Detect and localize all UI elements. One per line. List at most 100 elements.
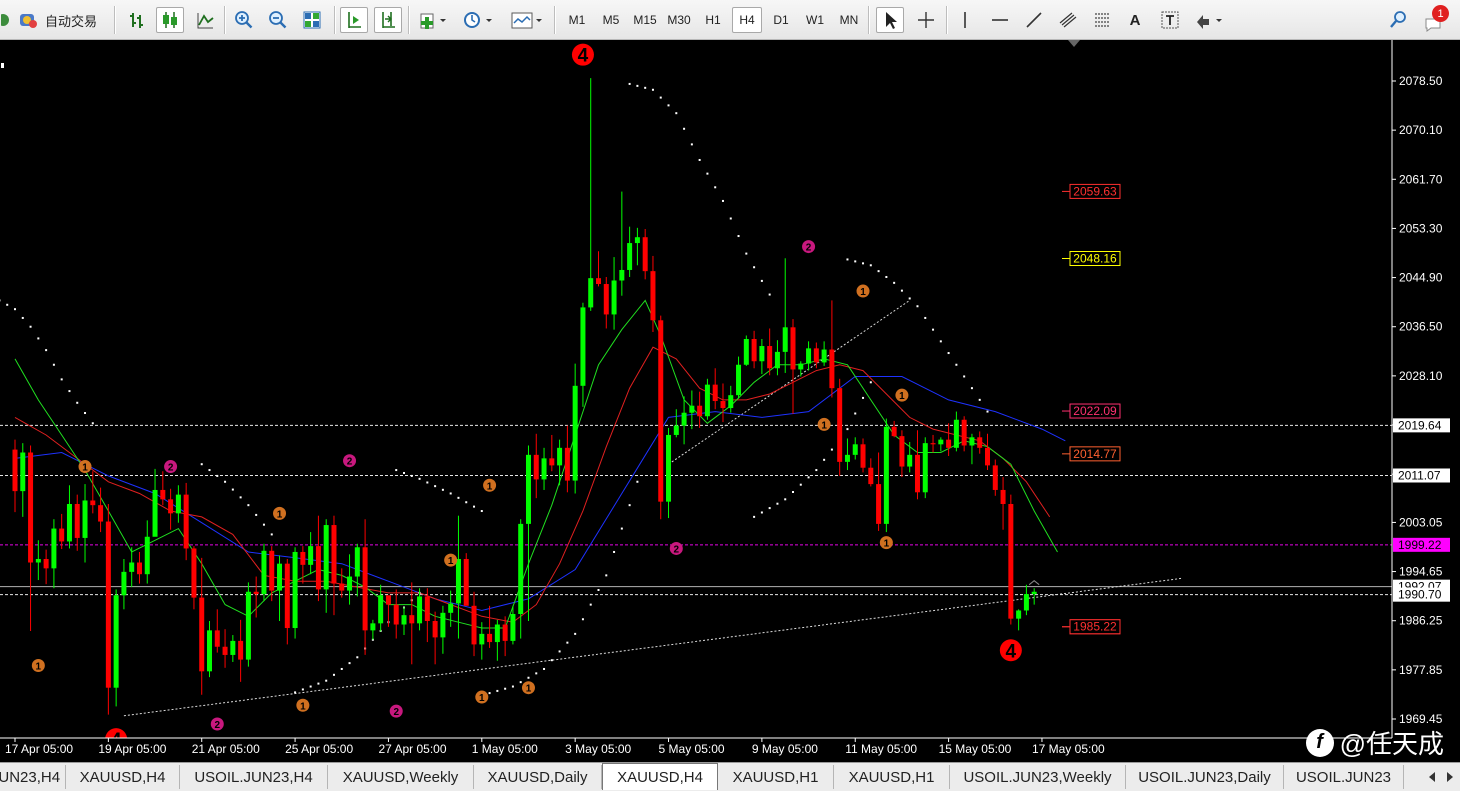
trendline-button[interactable] <box>1020 7 1048 33</box>
candle-body <box>214 630 220 647</box>
timeframe-m15[interactable]: M15 <box>630 7 660 33</box>
sar-dot <box>37 337 40 340</box>
autoscroll-button[interactable] <box>340 7 368 33</box>
chart-tab[interactable]: USOIL.JUN23,Weekly <box>950 765 1126 789</box>
candle-body <box>191 548 197 598</box>
candle-body <box>292 551 298 629</box>
candle-body <box>728 395 734 409</box>
chart-tab[interactable]: USOIL.JUN23 <box>1284 765 1404 789</box>
sar-dot <box>644 86 647 89</box>
timeframe-w1[interactable]: W1 <box>800 7 830 33</box>
timeframe-h4[interactable]: H4 <box>732 7 762 33</box>
chart-tab[interactable]: XAUUSD,H1 <box>834 765 950 789</box>
candle-body <box>837 388 843 462</box>
timeframe-mn[interactable]: MN <box>834 7 864 33</box>
chart-tab[interactable]: USOIL.JUN23,H4 <box>180 765 328 789</box>
tab-scroll-arrows[interactable] <box>1426 768 1456 786</box>
axis-level-label: 1990.70 <box>1398 588 1442 602</box>
sar-dot <box>480 510 483 513</box>
pattern-marker-label: 1 <box>36 661 42 672</box>
line-chart-button[interactable] <box>191 7 219 33</box>
sar-dot <box>91 422 94 425</box>
timeframe-h1[interactable]: H1 <box>698 7 728 33</box>
axis-level-label: 2011.07 <box>1398 469 1441 483</box>
indicators-button[interactable] <box>414 7 452 33</box>
sar-dot <box>317 682 320 685</box>
sar-dot <box>823 458 826 461</box>
price-label: 2014.77 <box>1062 446 1121 462</box>
chart-tabs: JUN23,H4XAUUSD,H4USOIL.JUN23,H4XAUUSD,We… <box>0 762 1460 791</box>
chart-shift-button[interactable] <box>374 7 402 33</box>
candle-body <box>152 489 158 537</box>
timeframe-m1[interactable]: M1 <box>562 7 592 33</box>
timeframe-m5[interactable]: M5 <box>596 7 626 33</box>
sar-dot <box>426 481 429 484</box>
auto-trading-button[interactable]: 自动交易 <box>14 7 108 33</box>
zoom-in-button[interactable] <box>230 7 258 33</box>
text-label-button[interactable] <box>1156 7 1184 33</box>
crosshair-button[interactable] <box>912 7 940 33</box>
candlestick-button[interactable] <box>156 7 184 33</box>
chart-tab[interactable]: XAUUSD,H4 <box>602 763 718 790</box>
chart-tab[interactable]: XAUUSD,Daily <box>474 765 602 789</box>
x-tick-label: 21 Apr 05:00 <box>192 742 260 756</box>
candle <box>245 582 251 667</box>
candle-body <box>144 536 150 575</box>
tab-scroll-left-icon[interactable] <box>1426 768 1438 786</box>
zoom-out-button[interactable] <box>264 7 292 33</box>
candle-body <box>331 525 337 584</box>
candle <box>837 378 843 476</box>
notifications-button[interactable]: 1 <box>1420 5 1452 33</box>
sar-dot <box>986 410 989 413</box>
tile-windows-button[interactable] <box>298 7 326 33</box>
sar-dot <box>815 469 818 472</box>
tile-windows-icon <box>303 11 321 29</box>
chart-tab[interactable]: XAUUSD,Weekly <box>328 765 474 789</box>
candle-body <box>28 452 34 563</box>
text-button[interactable]: A <box>1122 7 1148 33</box>
candle-body <box>378 595 384 624</box>
sar-dot <box>651 88 654 91</box>
arrows-button[interactable] <box>1190 7 1230 33</box>
candle-body <box>985 447 990 466</box>
sar-dot <box>239 496 242 499</box>
timeframe-d1[interactable]: D1 <box>766 7 796 33</box>
sar-dot <box>449 492 452 495</box>
pattern-marker-label: 1 <box>448 556 454 567</box>
equidistant-channel-button[interactable] <box>1054 7 1082 33</box>
candle-body <box>852 444 858 455</box>
horizontal-line-button[interactable] <box>986 7 1014 33</box>
fibonacci-button[interactable] <box>1088 7 1116 33</box>
templates-button[interactable] <box>506 7 548 33</box>
price-label: 2022.09 <box>1062 403 1121 419</box>
sar-dot <box>683 127 686 130</box>
candle-body <box>51 528 57 569</box>
candle-body <box>1031 591 1037 595</box>
candle-body <box>666 434 672 502</box>
chart-window[interactable]: 4441111111111112222222059.632048.162022.… <box>0 40 1460 762</box>
indicators-icon <box>420 13 446 29</box>
candle-body <box>440 612 446 638</box>
sar-dot <box>589 603 592 606</box>
chart-tab[interactable]: XAUUSD,H1 <box>718 765 834 789</box>
sar-dot <box>947 352 950 355</box>
chart-tab[interactable]: XAUUSD,H4 <box>66 765 180 789</box>
cursor-icon <box>886 12 897 29</box>
chart-tab[interactable]: USOIL.JUN23,Daily <box>1126 765 1284 789</box>
price-chart[interactable]: 4441111111111112222222059.632048.162022.… <box>0 40 1460 762</box>
timeframe-m30[interactable]: M30 <box>664 7 694 33</box>
cursor-button[interactable] <box>876 7 904 33</box>
pattern-marker-label: 1 <box>526 684 532 695</box>
tab-scroll-right-icon[interactable] <box>1444 768 1456 786</box>
search-button[interactable] <box>1384 7 1412 33</box>
bar-chart-button[interactable] <box>124 7 150 33</box>
vertical-line-button[interactable] <box>952 7 978 33</box>
new-chart-icon[interactable] <box>0 7 10 33</box>
pattern-marker-label: 2 <box>347 457 353 468</box>
candle-body <box>977 437 983 448</box>
sar-dot <box>348 662 351 665</box>
chart-tab[interactable]: JUN23,H4 <box>0 765 66 789</box>
candle-body <box>300 551 306 565</box>
periods-button[interactable] <box>458 7 498 33</box>
sar-dot <box>862 396 865 399</box>
